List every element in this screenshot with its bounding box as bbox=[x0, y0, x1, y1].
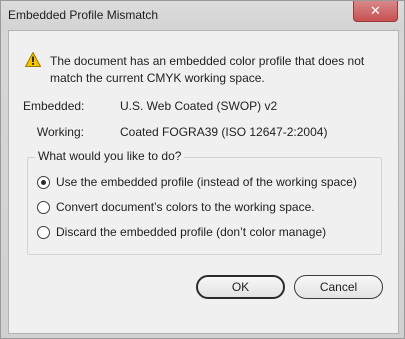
radio-convert[interactable] bbox=[37, 200, 50, 214]
options-group: What would you like to do? Use the embed… bbox=[27, 149, 382, 255]
ok-button[interactable]: OK bbox=[196, 275, 285, 299]
embedded-profile-value: U.S. Web Coated (SWOP) v2 bbox=[120, 99, 278, 113]
dialog-window: Embedded Profile Mismatch ✕ The document… bbox=[0, 0, 405, 339]
option-use-embedded[interactable]: Use the embedded profile (instead of the… bbox=[37, 174, 357, 190]
close-button[interactable]: ✕ bbox=[353, 1, 398, 22]
close-icon: ✕ bbox=[370, 3, 381, 18]
option-convert-label: Convert document’s colors to the working… bbox=[56, 200, 315, 214]
radio-use-embedded[interactable] bbox=[37, 175, 50, 189]
option-convert[interactable]: Convert document’s colors to the working… bbox=[37, 199, 315, 215]
working-label: Working: bbox=[36, 125, 84, 139]
mismatch-message: The document has an embedded color profi… bbox=[50, 54, 365, 85]
window-title: Embedded Profile Mismatch bbox=[8, 8, 159, 22]
radio-discard[interactable] bbox=[37, 225, 50, 239]
option-use-embedded-label: Use the embedded profile (instead of the… bbox=[56, 175, 357, 189]
cancel-button[interactable]: Cancel bbox=[294, 275, 383, 299]
dialog-body: The document has an embedded color profi… bbox=[8, 30, 399, 334]
embedded-label: Embedded: bbox=[23, 99, 85, 113]
working-profile-value: Coated FOGRA39 (ISO 12647-2:2004) bbox=[120, 125, 328, 139]
options-group-title: What would you like to do? bbox=[35, 149, 185, 163]
option-discard[interactable]: Discard the embedded profile (don’t colo… bbox=[37, 224, 326, 240]
title-bar[interactable]: Embedded Profile Mismatch ✕ bbox=[1, 1, 404, 31]
warning-icon bbox=[25, 52, 41, 67]
option-discard-label: Discard the embedded profile (don’t colo… bbox=[56, 225, 327, 239]
